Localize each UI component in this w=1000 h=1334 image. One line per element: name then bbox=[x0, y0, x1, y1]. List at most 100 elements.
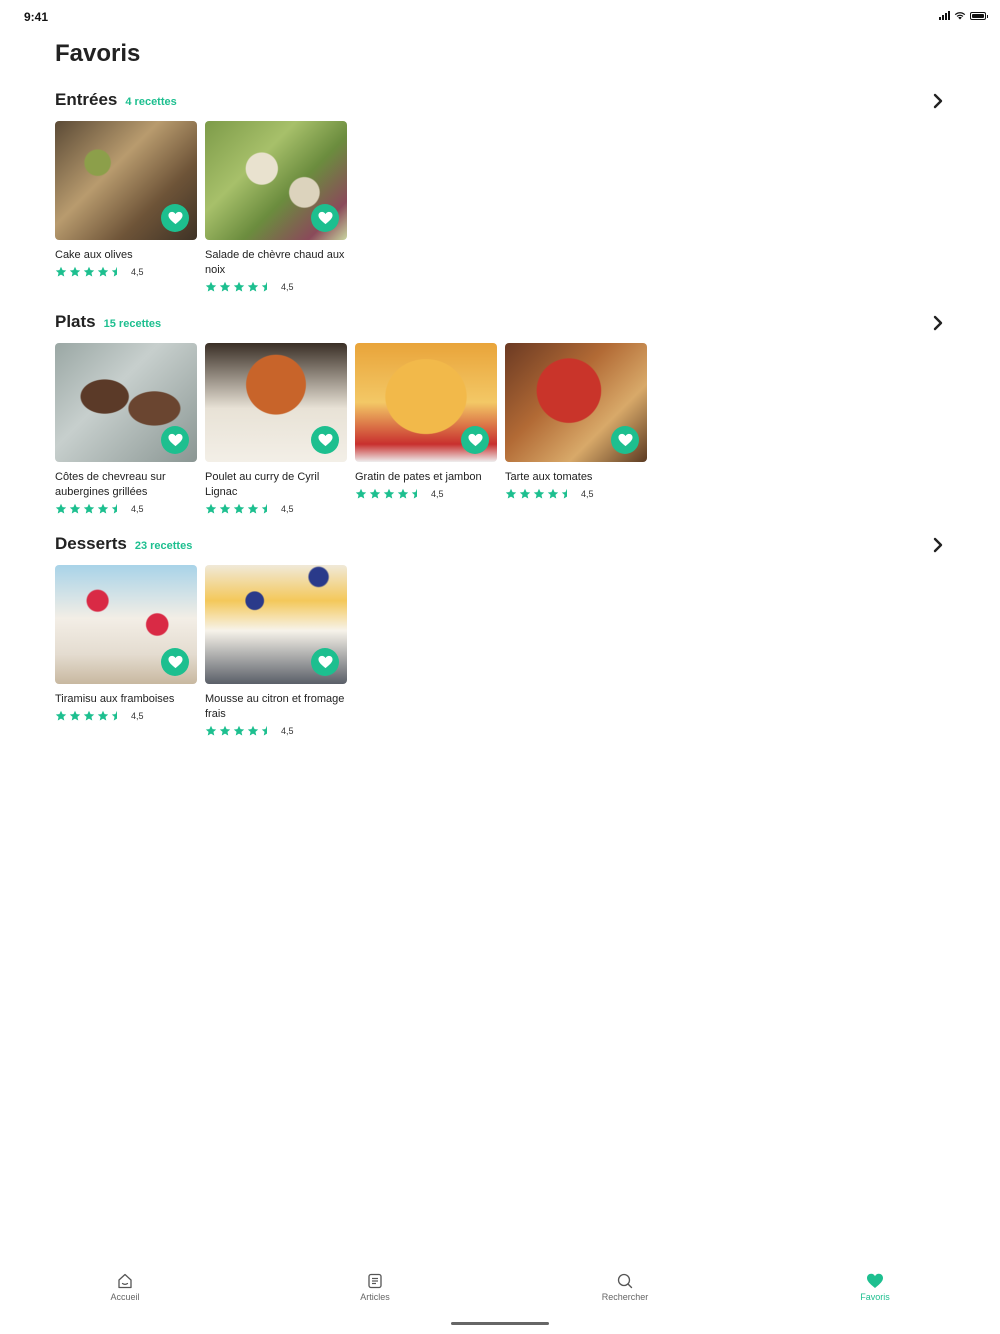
star-icon bbox=[383, 488, 395, 499]
recipe-card[interactable]: Poulet au curry de Cyril Lignac 4,5 bbox=[205, 343, 347, 515]
favorite-button[interactable] bbox=[311, 426, 339, 454]
recipe-list: Côtes de chevreau sur aubergines grillée… bbox=[55, 343, 647, 515]
tarte-photo bbox=[505, 343, 647, 462]
rating: 4,5 bbox=[55, 503, 197, 515]
recipe-title: Poulet au curry de Cyril Lignac bbox=[205, 471, 320, 498]
tab-accueil[interactable]: Accueil bbox=[65, 1272, 185, 1302]
star-icon bbox=[219, 725, 231, 736]
rating-value: 4,5 bbox=[281, 282, 294, 292]
star-icon bbox=[505, 488, 517, 499]
tab-label: Accueil bbox=[110, 1292, 140, 1302]
favorite-button[interactable] bbox=[461, 426, 489, 454]
section-header[interactable]: Plats 15 recettes bbox=[55, 312, 945, 336]
tab-label: Articles bbox=[360, 1292, 390, 1302]
favorite-button[interactable] bbox=[611, 426, 639, 454]
search-icon bbox=[617, 1273, 633, 1289]
heart-icon bbox=[467, 433, 483, 447]
recipe-card[interactable]: Tarte aux tomates 4,5 bbox=[505, 343, 647, 515]
recipe-title: Tarte aux tomates bbox=[505, 471, 593, 483]
rating: 4,5 bbox=[55, 266, 197, 278]
cake-photo bbox=[55, 121, 197, 240]
status-time: 9:41 bbox=[24, 10, 49, 24]
favorite-button[interactable] bbox=[161, 648, 189, 676]
salad-photo bbox=[205, 121, 347, 240]
tab-rechercher[interactable]: Rechercher bbox=[565, 1272, 685, 1302]
home-indicator bbox=[451, 1322, 549, 1325]
star-icon bbox=[247, 725, 259, 736]
section-header[interactable]: Entrées 4 recettes bbox=[55, 90, 945, 114]
section-count: 4 recettes bbox=[125, 96, 177, 108]
star-icon bbox=[233, 281, 245, 292]
recipe-title: Tiramisu aux framboises bbox=[55, 693, 175, 705]
section-plats: Plats 15 recettes Côtes de chevreau sur … bbox=[55, 312, 945, 514]
star-icon bbox=[55, 503, 67, 514]
recipe-card[interactable]: Salade de chèvre chaud aux noix 4,5 bbox=[205, 121, 347, 293]
status-bar: 9:41 bbox=[0, 0, 1000, 32]
rating-value: 4,5 bbox=[581, 489, 594, 499]
recipe-card[interactable]: Tiramisu aux framboises 4,5 bbox=[55, 565, 197, 737]
star-icon bbox=[219, 281, 231, 292]
star-icon bbox=[219, 503, 231, 514]
recipe-title: Côtes de chevreau sur aubergines grillée… bbox=[55, 471, 166, 498]
curry-photo bbox=[205, 343, 347, 462]
recipe-title: Salade de chèvre chaud aux noix bbox=[205, 249, 345, 276]
tab-articles[interactable]: Articles bbox=[315, 1272, 435, 1302]
star-icon bbox=[69, 266, 81, 277]
gratin-photo bbox=[355, 343, 497, 462]
recipe-card[interactable]: Côtes de chevreau sur aubergines grillée… bbox=[55, 343, 197, 515]
chevron-right-icon[interactable] bbox=[931, 315, 945, 331]
rating-value: 4,5 bbox=[431, 489, 444, 499]
star-icon bbox=[83, 503, 95, 514]
cotes-photo bbox=[55, 343, 197, 462]
heart-icon bbox=[317, 655, 333, 669]
star-icon bbox=[205, 503, 217, 514]
star-icon bbox=[533, 488, 545, 499]
rating: 4,5 bbox=[205, 725, 347, 737]
recipe-card[interactable]: Cake aux olives 4,5 bbox=[55, 121, 197, 293]
heart-icon bbox=[617, 433, 633, 447]
favorite-button[interactable] bbox=[161, 204, 189, 232]
page-title: Favoris bbox=[55, 40, 141, 67]
star-icon bbox=[355, 488, 367, 499]
rating-value: 4,5 bbox=[131, 711, 144, 721]
heart-icon bbox=[167, 655, 183, 669]
chevron-right-icon[interactable] bbox=[931, 93, 945, 109]
favorite-button[interactable] bbox=[161, 426, 189, 454]
recipe-card[interactable]: Mousse au citron et fromage frais 4,5 bbox=[205, 565, 347, 737]
tab-label: Rechercher bbox=[601, 1292, 649, 1302]
heart-icon bbox=[317, 211, 333, 225]
star-icon bbox=[519, 488, 531, 499]
half-star-icon bbox=[111, 266, 123, 277]
rating-value: 4,5 bbox=[281, 504, 294, 514]
favorite-button[interactable] bbox=[311, 648, 339, 676]
mousse-photo bbox=[205, 565, 347, 684]
recipe-title: Mousse au citron et fromage frais bbox=[205, 693, 345, 720]
heart-icon bbox=[167, 211, 183, 225]
wifi-icon bbox=[954, 12, 966, 20]
star-icon bbox=[83, 710, 95, 721]
half-star-icon bbox=[111, 710, 117, 721]
star-icon bbox=[69, 503, 81, 514]
section-count: 15 recettes bbox=[103, 318, 162, 330]
star-icon bbox=[205, 725, 217, 736]
half-star-icon bbox=[111, 503, 117, 514]
star-icon bbox=[97, 503, 109, 514]
rating-value: 4,5 bbox=[131, 504, 144, 514]
articles-icon bbox=[368, 1273, 382, 1289]
star-icon bbox=[247, 503, 259, 514]
heart-icon bbox=[867, 1273, 883, 1288]
recipe-card[interactable]: Gratin de pates et jambon 4,5 bbox=[355, 343, 497, 515]
rating: 4,5 bbox=[55, 710, 197, 722]
rating: 4,5 bbox=[355, 488, 497, 500]
section-title: Entrées bbox=[55, 90, 118, 109]
recipe-title: Cake aux olives bbox=[55, 249, 133, 261]
star-icon bbox=[69, 710, 81, 721]
star-icon bbox=[83, 266, 95, 277]
home-icon bbox=[118, 1273, 132, 1289]
section-header[interactable]: Desserts 23 recettes bbox=[55, 534, 945, 558]
favorite-button[interactable] bbox=[311, 204, 339, 232]
chevron-right-icon[interactable] bbox=[931, 537, 945, 553]
tab-favoris[interactable]: Favoris bbox=[815, 1272, 935, 1302]
star-icon bbox=[55, 266, 67, 277]
half-star-icon bbox=[261, 725, 267, 736]
